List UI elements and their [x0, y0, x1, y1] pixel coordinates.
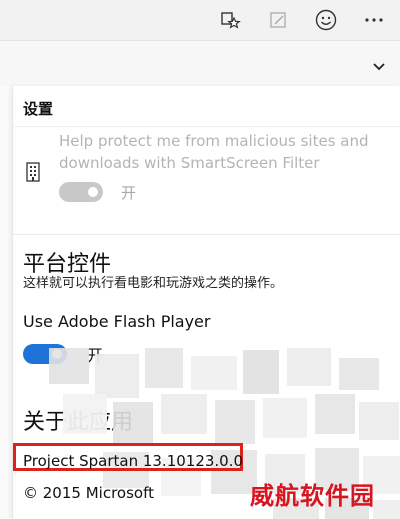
settings-panel: 设置 Help protect me from malicious sites … — [12, 86, 400, 519]
building-icon — [25, 162, 41, 186]
flash-player-label: Use Adobe Flash Player — [23, 312, 211, 331]
page-content-edge — [0, 86, 12, 519]
more-icon[interactable] — [360, 6, 388, 34]
divider — [13, 126, 400, 127]
site-watermark: 威航软件园 — [250, 482, 375, 510]
chevron-down-icon[interactable] — [372, 57, 386, 76]
toggle-knob — [88, 187, 98, 197]
panel-title: 设置 — [23, 100, 54, 118]
app-version-text: Project Spartan 13.10123.0.0 — [23, 452, 244, 470]
smartscreen-toggle-label: 开 — [121, 184, 137, 202]
browser-toolbar — [0, 0, 400, 41]
copyright-text: © 2015 Microsoft — [23, 484, 154, 502]
section-divider — [13, 234, 400, 235]
feedback-smiley-icon[interactable] — [312, 6, 340, 34]
platform-controls-description: 这样就可以执行看电影和玩游戏之类的操作。 — [23, 276, 284, 291]
web-note-icon[interactable] — [264, 6, 292, 34]
smartscreen-toggle[interactable] — [59, 182, 103, 202]
smartscreen-description: Help protect me from malicious sites and… — [59, 132, 369, 172]
browser-window: 设置 Help protect me from malicious sites … — [0, 0, 400, 519]
reading-list-icon[interactable] — [216, 6, 244, 34]
page-strip — [0, 41, 400, 87]
